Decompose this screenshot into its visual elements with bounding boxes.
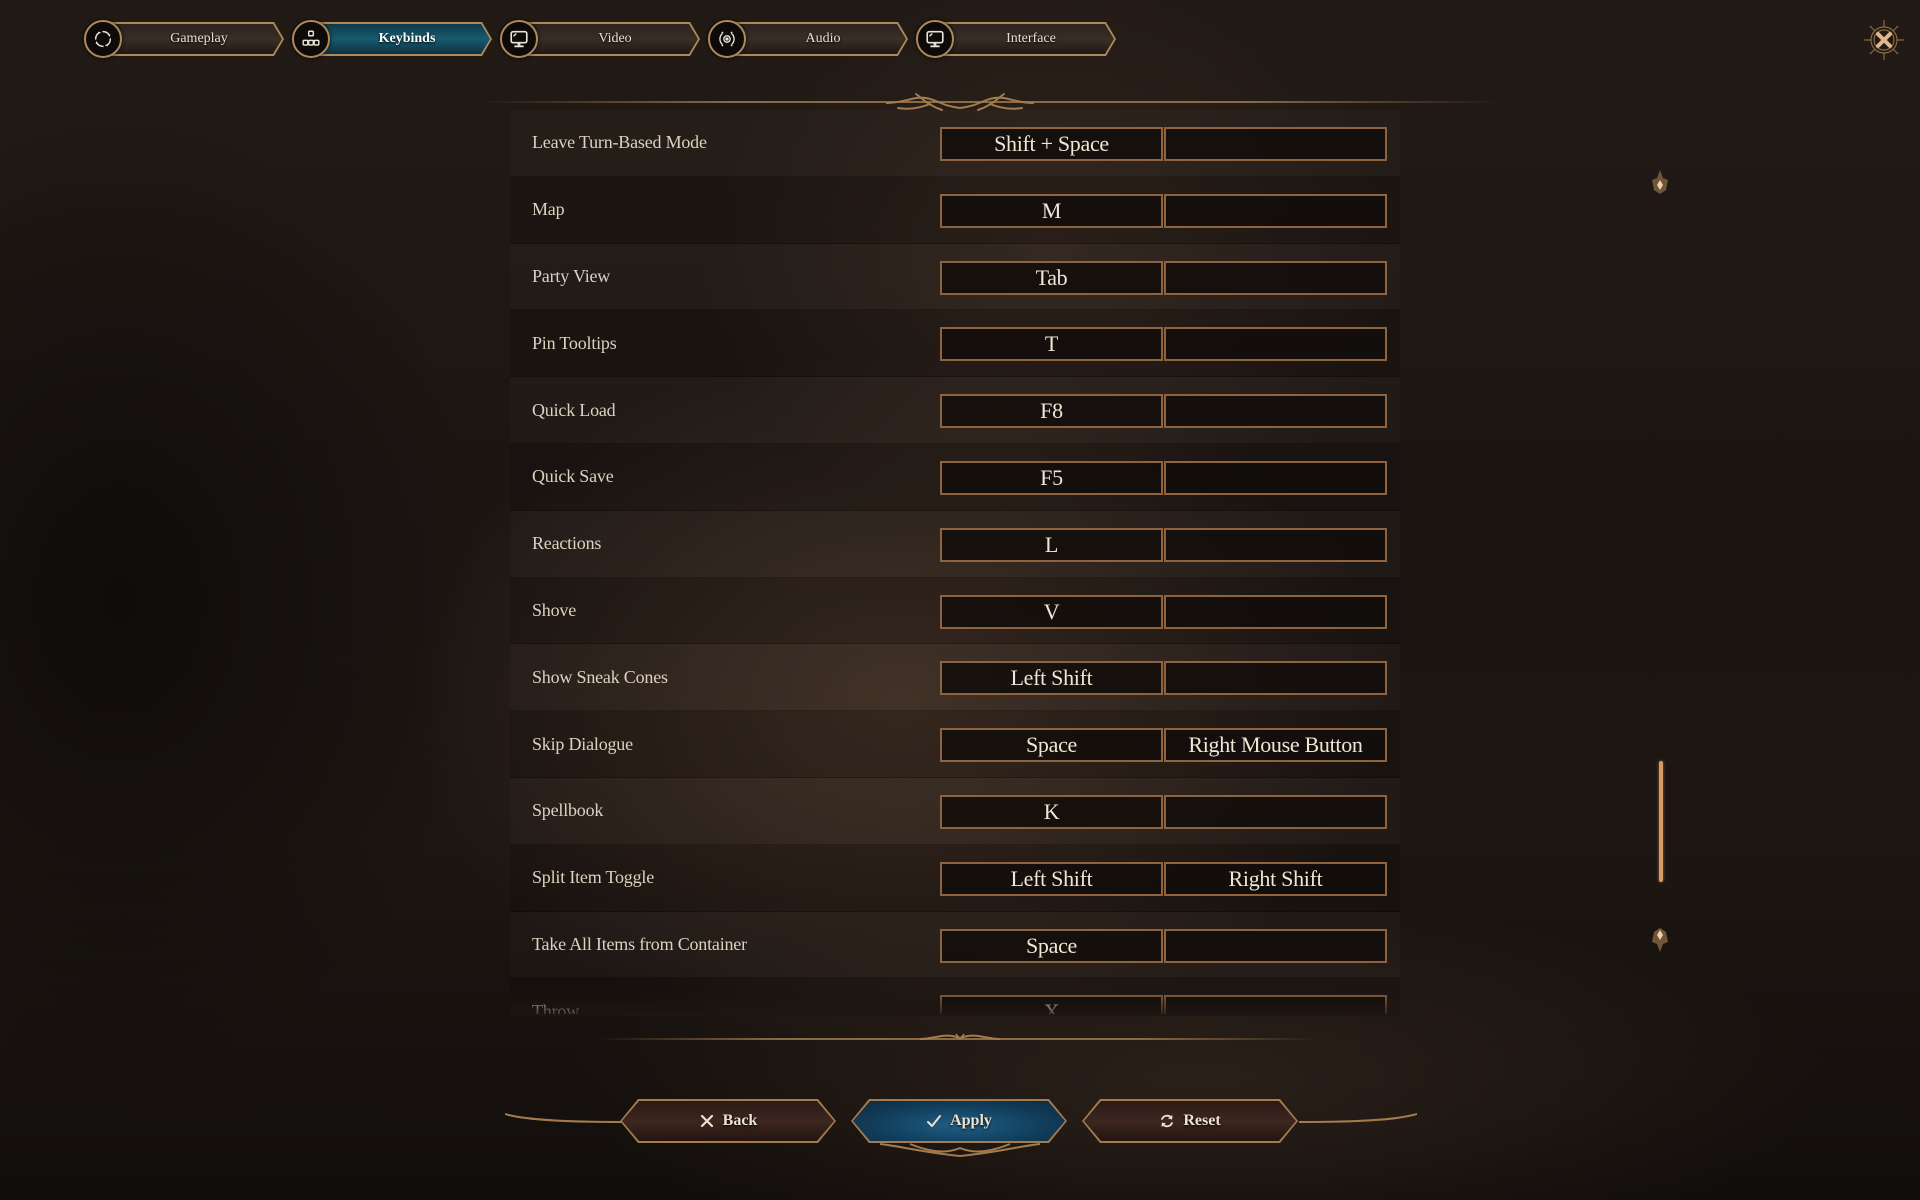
keybind-row: Skip Dialogue Space Right Mouse Button — [510, 711, 1400, 778]
secondary-binding[interactable] — [1164, 394, 1387, 429]
x-icon — [700, 1114, 713, 1128]
tab-label: Audio — [805, 31, 841, 46]
apply-label: Apply — [950, 1112, 992, 1129]
action-label: Pin Tooltips — [532, 332, 617, 353]
tab-label: Keybinds — [378, 31, 436, 46]
action-label: Split Item Toggle — [532, 867, 655, 888]
checkmark-icon — [927, 1115, 942, 1127]
secondary-binding[interactable] — [1164, 127, 1387, 161]
action-label: Reactions — [532, 533, 602, 554]
keybind-row: Quick Save F5 — [510, 443, 1400, 511]
scroll-down-button[interactable] — [1648, 922, 1672, 954]
apply-button[interactable]: Apply — [851, 1099, 1067, 1143]
tab-gameplay[interactable]: Gameplay — [84, 20, 284, 58]
secondary-binding[interactable]: Right Shift — [1164, 861, 1387, 896]
gameplay-icon — [84, 20, 122, 58]
keybind-row: Pin Tooltips T — [510, 310, 1400, 378]
bottom-bar-flourish — [879, 1143, 1041, 1158]
keybinds-icon — [292, 20, 330, 58]
tab-label: Gameplay — [170, 31, 228, 46]
secondary-binding[interactable] — [1164, 995, 1387, 1014]
secondary-binding[interactable] — [1164, 193, 1387, 228]
close-icon — [1864, 20, 1904, 60]
primary-binding[interactable]: V — [940, 594, 1163, 629]
keybind-row: Leave Turn-Based Mode Shift + Space — [510, 110, 1400, 177]
monitor-icon — [500, 20, 538, 58]
monitor-icon — [916, 20, 954, 58]
primary-binding[interactable]: Left Shift — [940, 861, 1163, 896]
reset-button[interactable]: Reset — [1082, 1099, 1298, 1143]
back-button[interactable]: Back — [620, 1099, 836, 1143]
primary-binding[interactable]: L — [940, 527, 1163, 562]
tab-keybinds[interactable]: Keybinds — [292, 20, 492, 58]
primary-binding[interactable]: T — [940, 327, 1163, 362]
primary-binding[interactable]: Tab — [940, 260, 1163, 295]
action-label: Quick Save — [532, 466, 614, 487]
action-label: Spellbook — [532, 800, 604, 821]
close-button[interactable] — [1862, 18, 1906, 62]
secondary-binding[interactable] — [1164, 260, 1387, 295]
secondary-binding[interactable] — [1164, 794, 1387, 829]
keybind-row: Spellbook K — [510, 778, 1400, 845]
keybind-row: Take All Items from Container Space — [510, 912, 1400, 979]
action-label: Take All Items from Container — [532, 933, 747, 954]
primary-binding[interactable]: M — [940, 193, 1163, 228]
back-label: Back — [722, 1112, 758, 1129]
action-label: Skip Dialogue — [532, 733, 633, 754]
keybind-list[interactable]: Leave Turn-Based Mode Shift + Space Map … — [510, 110, 1400, 1014]
action-label: Throw — [532, 1000, 579, 1014]
primary-binding[interactable]: Space — [940, 728, 1163, 763]
primary-binding[interactable]: Shift + Space — [940, 127, 1163, 161]
speaker-icon — [708, 20, 746, 58]
bottom-action-bar: Back Apply Reset — [505, 1096, 1417, 1158]
primary-binding[interactable]: X — [940, 995, 1163, 1014]
secondary-binding[interactable] — [1164, 460, 1387, 495]
bottom-list-flourish — [920, 1033, 1000, 1041]
secondary-binding[interactable] — [1164, 327, 1387, 362]
action-label: Party View — [532, 265, 611, 286]
primary-binding[interactable]: F8 — [940, 394, 1163, 429]
settings-tab-bar: Gameplay Keybinds Video Audio Interface — [82, 20, 1116, 58]
secondary-binding[interactable]: Right Mouse Button — [1164, 728, 1387, 763]
primary-binding[interactable]: K — [940, 794, 1163, 829]
scroll-down-icon — [1652, 928, 1668, 952]
primary-binding[interactable]: F5 — [940, 460, 1163, 495]
reset-label: Reset — [1183, 1112, 1221, 1129]
keybind-row: Reactions L — [510, 511, 1400, 578]
keybind-row: Split Item Toggle Left Shift Right Shift — [510, 844, 1400, 912]
secondary-binding[interactable] — [1164, 527, 1387, 562]
tab-label: Video — [598, 31, 632, 46]
tab-audio[interactable]: Audio — [708, 20, 908, 58]
secondary-binding[interactable] — [1164, 661, 1387, 696]
scroll-thumb[interactable] — [1659, 761, 1663, 882]
action-label: Shove — [532, 599, 577, 620]
action-label: Leave Turn-Based Mode — [532, 132, 707, 153]
keybind-row: Throw X — [510, 978, 1400, 1014]
reset-icon — [1161, 1114, 1174, 1128]
tab-interface[interactable]: Interface — [916, 20, 1116, 58]
action-label: Quick Load — [532, 399, 616, 420]
primary-binding[interactable]: Space — [940, 928, 1163, 963]
keybind-row: Map M — [510, 176, 1400, 244]
tab-label: Interface — [1006, 31, 1056, 46]
secondary-binding[interactable] — [1164, 928, 1387, 963]
tab-video[interactable]: Video — [500, 20, 700, 58]
keybind-row: Quick Load F8 — [510, 377, 1400, 444]
primary-binding[interactable]: Left Shift — [940, 661, 1163, 696]
action-label: Map — [532, 199, 565, 220]
secondary-binding[interactable] — [1164, 594, 1387, 629]
action-label: Show Sneak Cones — [532, 666, 668, 687]
keybind-row: Show Sneak Cones Left Shift — [510, 644, 1400, 712]
keybind-row: Party View Tab — [510, 244, 1400, 311]
keybind-row: Shove V — [510, 577, 1400, 645]
